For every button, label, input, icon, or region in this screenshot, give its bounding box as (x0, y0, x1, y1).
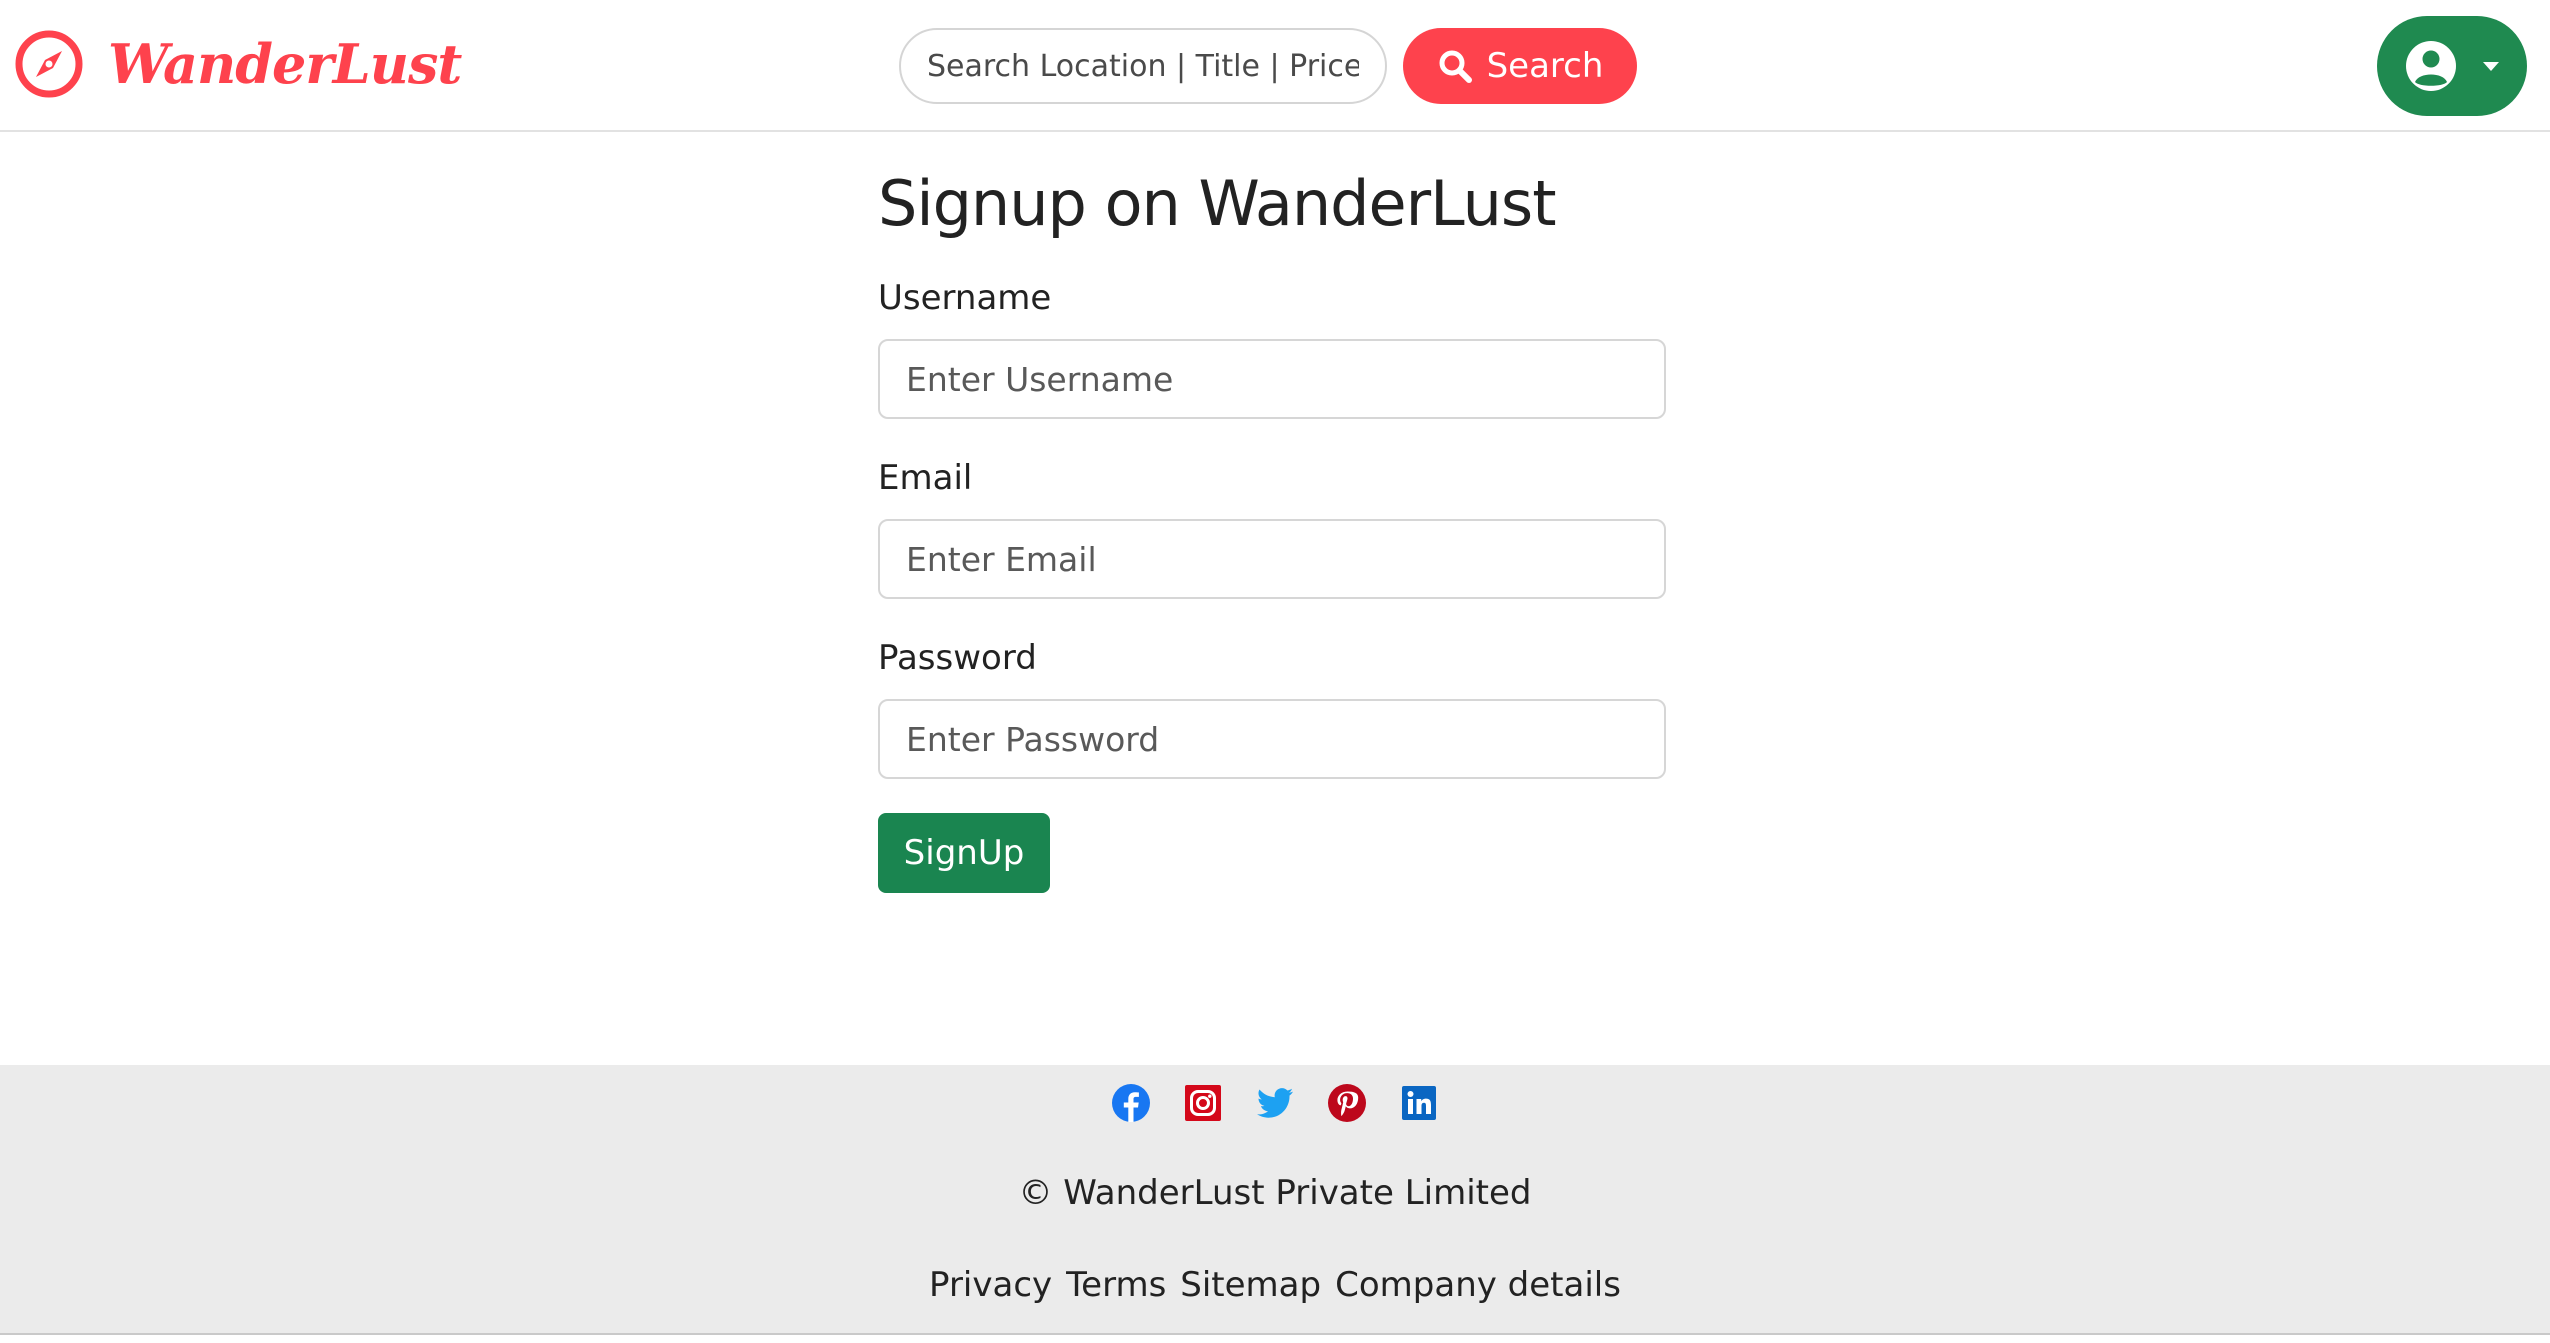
footer-links: Privacy Terms Sitemap Company details (0, 1263, 2550, 1307)
search-bar: Search (899, 28, 1637, 104)
search-button-label: Search (1486, 46, 1604, 86)
footer: © WanderLust Private Limited Privacy Ter… (0, 1065, 2550, 1335)
pinterest-icon[interactable] (1327, 1083, 1367, 1123)
page-title: Signup on WanderLust (878, 167, 1557, 240)
twitter-icon[interactable] (1255, 1083, 1295, 1123)
sitemap-link[interactable]: Sitemap (1180, 1263, 1321, 1307)
linkedin-icon[interactable] (1399, 1083, 1439, 1123)
chevron-down-icon (2483, 62, 2499, 71)
terms-link[interactable]: Terms (1066, 1263, 1166, 1307)
brand-logo-link[interactable]: WanderLust (14, 26, 462, 102)
email-label: Email (878, 458, 973, 498)
signup-button[interactable]: SignUp (878, 813, 1050, 893)
username-input[interactable] (878, 339, 1666, 419)
company-details-link[interactable]: Company details (1335, 1263, 1621, 1307)
search-icon (1439, 50, 1472, 83)
instagram-icon[interactable] (1183, 1083, 1223, 1123)
user-circle-icon (2406, 41, 2456, 91)
search-button[interactable]: Search (1403, 28, 1637, 104)
social-links (0, 1083, 2550, 1123)
signup-form: Signup on WanderLust Username Email Pass… (878, 164, 1666, 893)
password-input[interactable] (878, 699, 1666, 779)
facebook-icon[interactable] (1111, 1083, 1151, 1123)
privacy-link[interactable]: Privacy (929, 1263, 1052, 1307)
copyright-text: © WanderLust Private Limited (1018, 1173, 1532, 1213)
email-input[interactable] (878, 519, 1666, 599)
navbar: WanderLust Search (0, 0, 2550, 132)
brand-name: WanderLust (108, 32, 462, 96)
user-menu-button[interactable] (2377, 16, 2527, 116)
search-input[interactable] (899, 28, 1387, 104)
password-label: Password (878, 638, 1037, 678)
username-label: Username (878, 278, 1052, 318)
compass-icon (15, 30, 83, 98)
